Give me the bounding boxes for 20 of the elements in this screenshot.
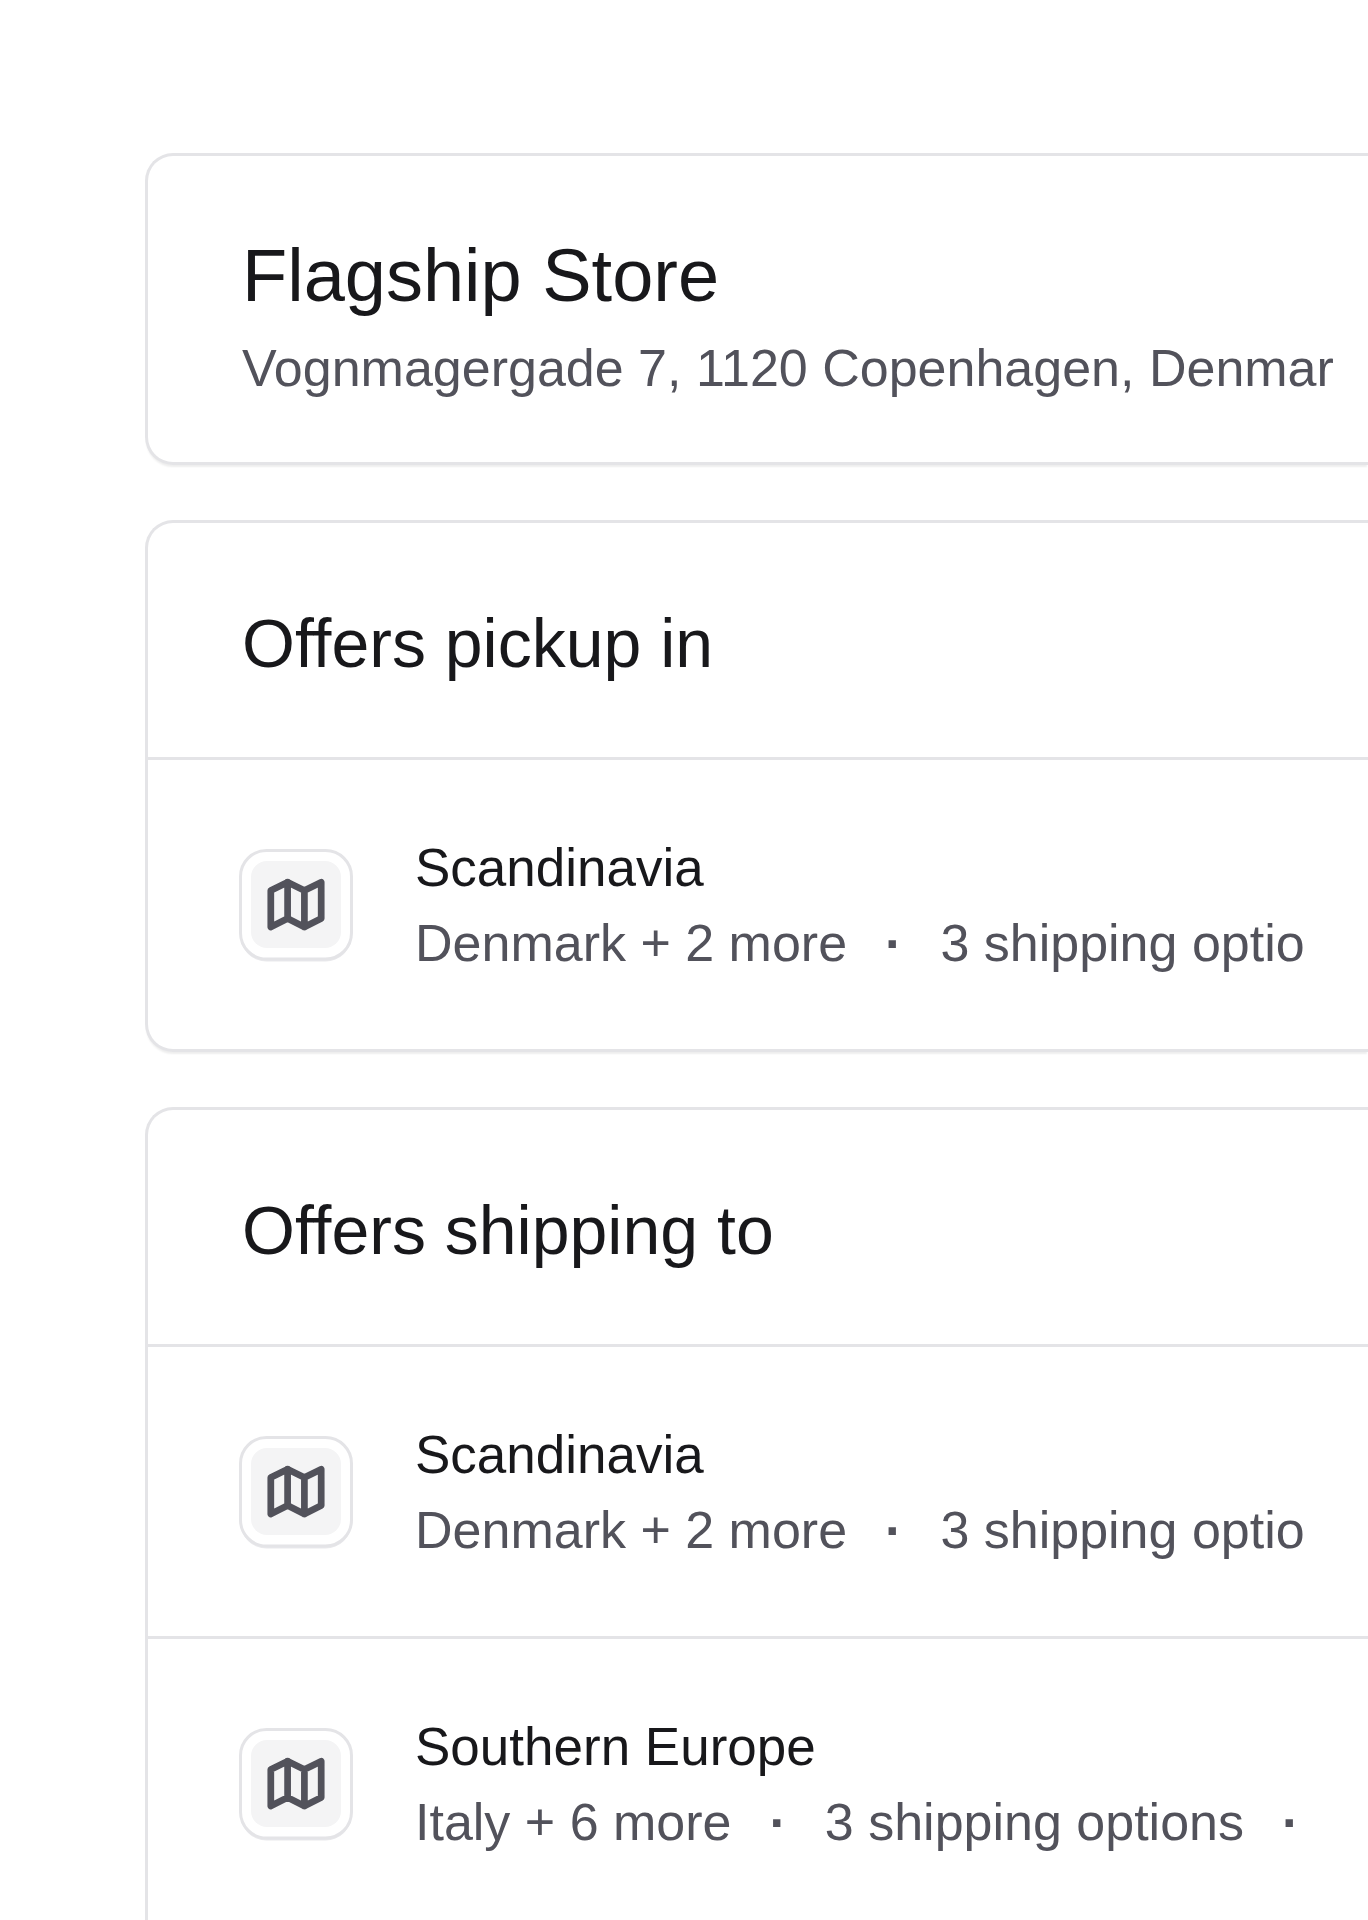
- zone-detail: Denmark + 2 more: [415, 1500, 848, 1561]
- section-title: Offers pickup in: [242, 604, 715, 683]
- store-address: Vognmagergade 7, 1120 Copenhagen, Denmar: [241, 338, 1335, 399]
- zone-detail: 3 shipping optio: [940, 1500, 1305, 1561]
- map-icon: [239, 1727, 353, 1842]
- zone-detail: Italy + 6 more: [415, 1792, 732, 1853]
- zone-detail: 3 shipping optio: [940, 913, 1305, 974]
- section-title: Offers shipping to: [242, 1191, 775, 1270]
- zone-name: Scandinavia: [415, 837, 705, 899]
- store-name: Flagship Store: [241, 233, 721, 319]
- map-icon: [239, 1435, 353, 1550]
- zone-name: Southern Europe: [415, 1716, 817, 1778]
- zone-detail: 3 shipping options: [824, 1792, 1244, 1853]
- map-icon: [239, 848, 353, 963]
- separator-dot: ·: [885, 913, 903, 974]
- zone-detail: Denmark + 2 more: [415, 913, 848, 974]
- separator-dot: ·: [769, 1792, 787, 1853]
- separator-dot: ·: [1282, 1792, 1300, 1853]
- separator-dot: ·: [885, 1500, 903, 1561]
- zone-name: Scandinavia: [415, 1424, 705, 1486]
